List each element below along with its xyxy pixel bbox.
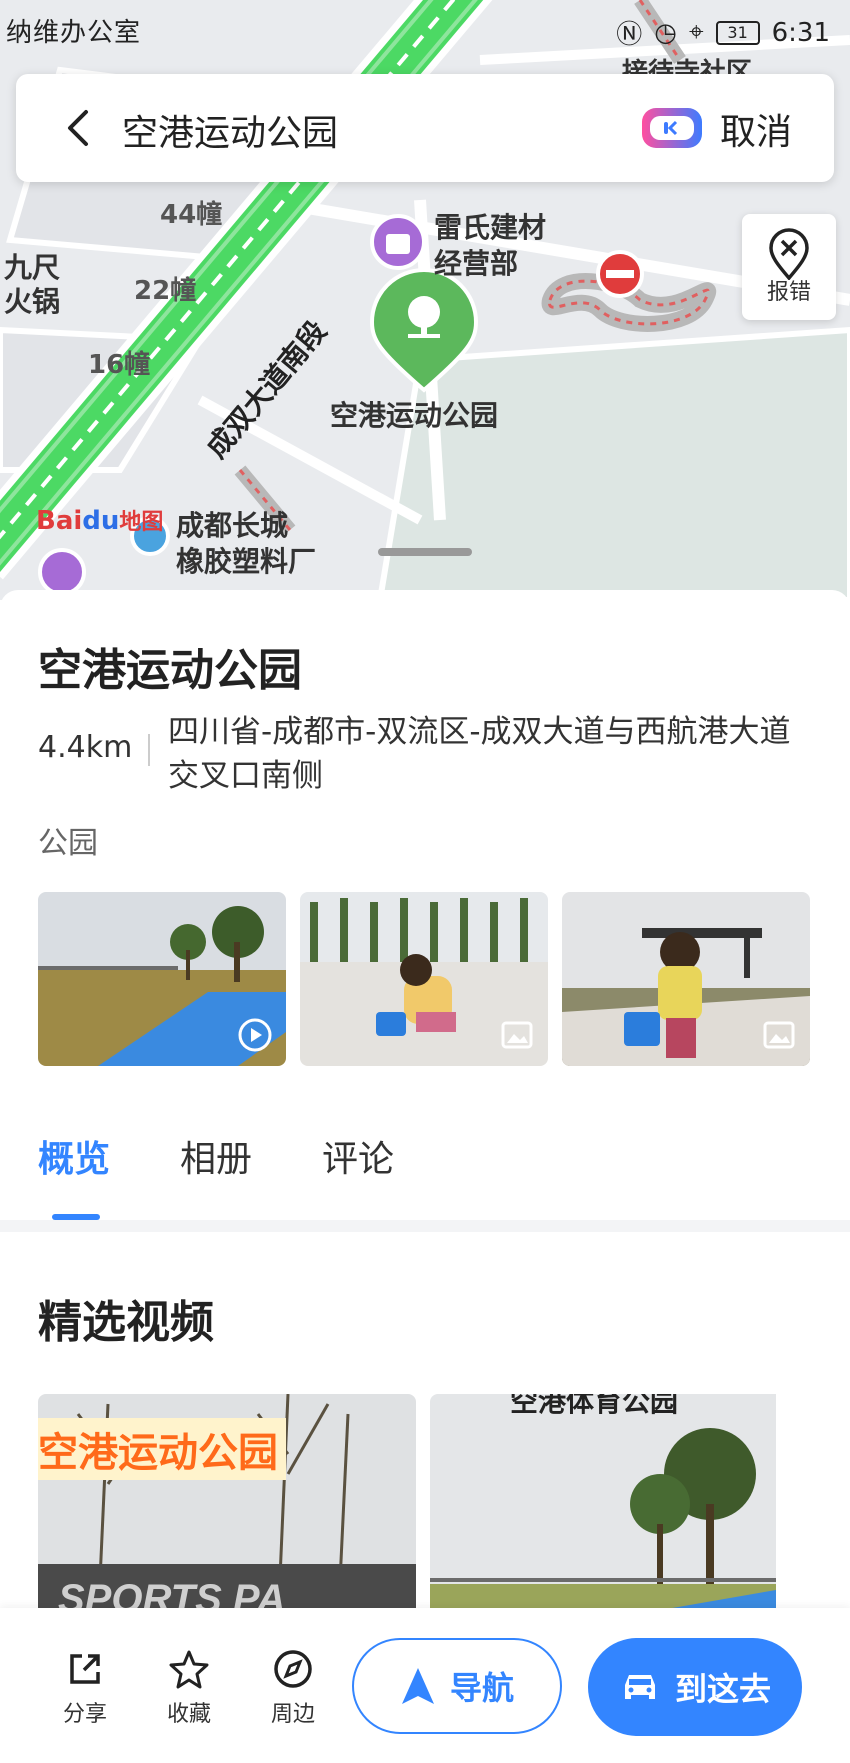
favorite-label: 收藏 bbox=[166, 1701, 211, 1726]
map-label-building: 44幢 bbox=[160, 200, 223, 230]
photo-thumbnail[interactable] bbox=[300, 892, 548, 1066]
video-caption: 空港体育公园 bbox=[510, 1394, 679, 1418]
play-icon bbox=[238, 1018, 272, 1052]
photo-thumbnail-video[interactable] bbox=[38, 892, 286, 1066]
map-label-building: 22幢 bbox=[134, 276, 197, 306]
car-icon bbox=[624, 1675, 655, 1699]
bottom-action-bar: 分享 收藏 周边 导航 到这去 bbox=[0, 1608, 850, 1763]
map-label-poi: 火锅 bbox=[4, 285, 61, 318]
go-here-button[interactable]: 到这去 bbox=[588, 1638, 802, 1736]
image-icon bbox=[763, 1021, 795, 1049]
image-icon bbox=[501, 1021, 533, 1049]
featured-videos-title: 精选视频 bbox=[38, 1297, 214, 1348]
photo-thumbnail[interactable] bbox=[562, 892, 810, 1066]
detail-tabs: 概览 相册 评论 bbox=[38, 1130, 394, 1182]
share-label: 分享 bbox=[62, 1701, 107, 1726]
map-poi-store[interactable]: 雷氏建材 经营部 bbox=[434, 210, 546, 282]
report-error-label: 报错 bbox=[766, 280, 811, 305]
map-poi-factory-line1: 成都长城 bbox=[176, 509, 289, 542]
place-detail-sheet: 空港运动公园 4.4km 四川省-成都市-双流区-成双大道与西航港大道交叉口南侧… bbox=[0, 590, 850, 1763]
place-distance: 4.4km bbox=[38, 730, 133, 765]
navigation-arrow-icon bbox=[401, 1668, 434, 1704]
share-icon bbox=[70, 1654, 100, 1684]
share-button[interactable]: 分享 bbox=[50, 1648, 120, 1728]
video-card[interactable]: 空港体育公园 bbox=[430, 1394, 808, 1624]
battery-icon: 31 bbox=[715, 20, 760, 45]
tab-reviews[interactable]: 评论 bbox=[322, 1130, 394, 1182]
sheet-drag-handle[interactable] bbox=[378, 548, 472, 556]
place-category: 公园 bbox=[38, 826, 98, 861]
baidu-map-logo: Baidu地图 bbox=[36, 506, 164, 536]
map-poi-factory[interactable]: 成都长城 橡胶塑料厂 bbox=[176, 508, 316, 580]
photo-strip bbox=[38, 892, 810, 1066]
navigate-label: 导航 bbox=[449, 1670, 514, 1706]
place-title: 空港运动公园 bbox=[38, 645, 302, 696]
search-bar: 空港运动公园 取消 bbox=[16, 74, 834, 182]
map-label-building: 16幢 bbox=[88, 350, 151, 380]
map-view[interactable]: 纳维办公室 Ⓝ ◷ ⌖ 31 6:31 44幢 22幢 16幢 九尺 火锅 接待… bbox=[0, 0, 850, 600]
go-here-label: 到这去 bbox=[674, 1671, 771, 1707]
back-arrow-icon[interactable] bbox=[58, 106, 102, 150]
video-thumbnail-image bbox=[430, 1394, 776, 1624]
favorite-button[interactable]: 收藏 bbox=[154, 1648, 224, 1728]
tab-album[interactable]: 相册 bbox=[180, 1130, 252, 1182]
voice-assistant-icon[interactable] bbox=[638, 104, 708, 152]
cancel-button[interactable]: 取消 bbox=[714, 102, 798, 156]
report-pin-icon bbox=[769, 228, 809, 280]
navigate-button[interactable]: 导航 bbox=[352, 1638, 562, 1734]
map-poi-store-line1: 雷氏建材 bbox=[434, 211, 547, 244]
nfc-icon: Ⓝ bbox=[616, 20, 643, 50]
nearby-label: 周边 bbox=[270, 1701, 315, 1726]
nearby-button[interactable]: 周边 bbox=[258, 1648, 328, 1728]
video-list: SPORTS PA 空港运动公园 空港体育公园 bbox=[38, 1394, 808, 1624]
star-icon bbox=[169, 1650, 209, 1689]
info-separator bbox=[148, 734, 150, 766]
status-carrier-text: 纳维办公室 bbox=[6, 18, 142, 48]
video-title-overlay: 空港运动公园 bbox=[38, 1418, 286, 1480]
tab-overview[interactable]: 概览 bbox=[38, 1130, 110, 1182]
map-poi-factory-line2: 橡胶塑料厂 bbox=[176, 545, 317, 578]
status-time: 6:31 bbox=[771, 17, 830, 48]
alarm-icon: ◷ bbox=[654, 17, 677, 48]
status-icons: Ⓝ ◷ ⌖ 31 6:31 bbox=[616, 14, 830, 51]
section-divider bbox=[0, 1220, 850, 1232]
place-address: 四川省-成都市-双流区-成双大道与西航港大道交叉口南侧 bbox=[168, 714, 791, 794]
location-icon: ⌖ bbox=[688, 17, 704, 47]
map-marker-label[interactable]: 空港运动公园 bbox=[330, 398, 498, 434]
video-card[interactable]: SPORTS PA 空港运动公园 bbox=[38, 1394, 416, 1624]
search-query-text[interactable]: 空港运动公园 bbox=[122, 104, 338, 156]
compass-icon bbox=[274, 1650, 312, 1688]
map-poi-store-line2: 经营部 bbox=[434, 247, 519, 280]
report-error-button[interactable]: 报错 bbox=[742, 214, 836, 320]
